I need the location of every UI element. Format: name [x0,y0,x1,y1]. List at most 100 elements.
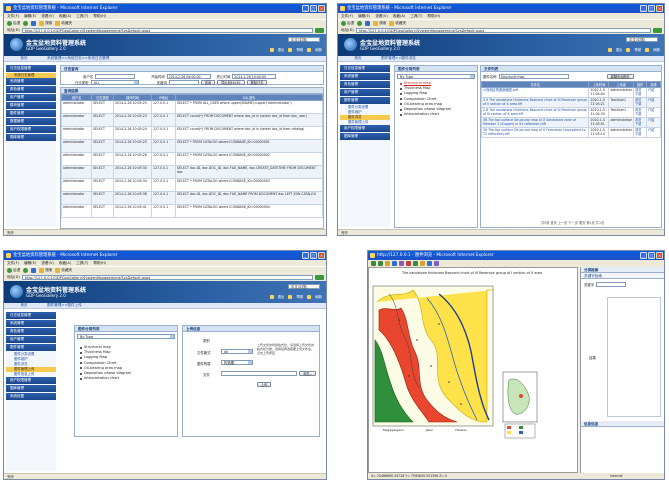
menu-tools[interactable]: 工具(T) [410,13,422,19]
zoom-out-icon[interactable] [378,261,383,266]
sidebar-item-users[interactable]: 用户管理 [6,336,56,343]
search-button[interactable]: 搜索 [39,21,52,26]
file-link[interactable]: 2.5 The sandstone thickness Bsecond char… [480,97,590,108]
table-row[interactable]: administrator SELECT 2014-2-26 10:05:38 127… [61,191,323,205]
table-cell[interactable]: 浏览 下载 [633,117,647,128]
favorites-button[interactable]: 收藏夹 [55,21,72,26]
sidebar-item-gallery[interactable]: 图库管理 [6,134,56,141]
file-name-input[interactable]: Structural map [498,74,569,79]
sidebar-item-roles[interactable]: 角色管理 [340,81,390,88]
sidebar-item-roles[interactable]: 角色管理 [6,328,56,335]
file-path-input[interactable] [221,371,297,376]
sidebar-item-system[interactable]: 系统管理 [6,320,56,327]
sidebar-item-permissions[interactable]: 用户权限管理 [6,377,56,384]
menu-help[interactable]: 帮助(H) [93,13,106,19]
table-cell[interactable]: 介绍 [646,117,661,128]
table-row[interactable]: administrator SELECT 2014-2-26 10:05:23 127… [61,113,323,127]
table-cell[interactable]: 浏览 下载 [633,107,647,118]
menu-favorites[interactable]: 收藏(A) [59,13,71,19]
logout-link[interactable]: 退出 [278,47,285,52]
address-input[interactable]: http://127.0.0.1/GDPGeoGallery/SystemMan… [21,28,313,33]
refresh-link[interactable]: 刷新 [653,47,660,52]
user-input[interactable] [95,74,136,79]
info-icon[interactable] [427,261,432,266]
sidebar-item-modules[interactable]: 模块管理 [6,102,56,109]
language-select[interactable]: 中文(中国) [626,37,658,42]
help-link[interactable]: 帮助 [296,294,303,299]
file-link[interactable]: 39 The top surface Structural map of X F… [480,127,590,138]
refresh-link[interactable]: 刷新 [315,294,322,299]
menu-help[interactable]: 帮助(H) [93,260,106,266]
forward-button[interactable] [23,268,29,273]
back-button[interactable]: 后退 [7,21,20,26]
end-time-input[interactable]: 2014-2-26 10:00:00 [232,74,277,79]
zoom-in-icon[interactable] [371,261,376,266]
table-cell[interactable]: 介绍 [646,127,661,138]
pan-icon[interactable] [385,261,390,266]
sidebar-item-log[interactable]: 日志信息管理 [340,65,390,72]
menu-view[interactable]: 查看(V) [41,13,53,19]
favorites-button[interactable]: 收藏夹 [55,268,72,273]
forward-button[interactable] [357,21,363,26]
fuzzy-search-button[interactable]: 模糊查询图件 [606,74,634,79]
go-button[interactable] [653,28,662,33]
table-row[interactable]: 36 The top surface Structural map of X S… [480,117,661,128]
home-link[interactable]: 首页 [4,303,44,308]
measure-icon[interactable] [399,261,404,266]
sidebar-item-log[interactable]: 日志信息管理 [6,312,56,319]
back-button[interactable]: 后退 [341,21,354,26]
sidebar-item-maps[interactable]: 图件管理 [6,110,56,117]
table-row[interactable]: 2.6 The sandstone thickness Bsecond char… [480,107,661,118]
delete-log-button[interactable]: 删除日志 [246,80,268,85]
menu-favorites[interactable]: 收藏(A) [59,260,71,266]
keyword-input[interactable] [596,282,627,287]
table-row[interactable]: administrator SELECT 2014-2-26 10:05:34 127… [61,178,323,192]
search-button[interactable]: 搜索 [39,268,52,273]
sidebar-item-roles[interactable]: 角色管理 [6,86,56,93]
menu-file[interactable]: 文件(F) [341,13,353,19]
begin-time-input[interactable]: 2014-2-26 09:00:00 [166,74,211,79]
menu-help[interactable]: 帮助(H) [427,13,440,19]
refresh-link[interactable]: 刷新 [315,47,322,52]
sidebar-item-gallery[interactable]: 图库管理 [340,133,390,140]
table-cell[interactable]: 浏览 下载 [633,97,647,108]
table-cell[interactable]: 浏览 下载 [633,127,647,138]
sidebar-item-gallery[interactable]: 图库管理 [6,385,56,392]
table-row[interactable]: 39 The top surface Structural map of X F… [480,127,661,138]
upload-button[interactable]: 上传 [257,382,272,387]
keyword-input[interactable] [168,80,199,85]
table-row[interactable]: administrator SELECT 2014-2-26 10:05:24 127… [61,126,323,140]
table-row[interactable]: administrator SELECT 2014-2-26 10:05:41 127… [61,204,323,218]
info-panel-title[interactable]: 信息信息 [581,421,664,427]
sidebar-item-settings[interactable]: 系统设置 [6,393,56,400]
address-input[interactable]: http://127.0.0.1/GDPGeoGallery/SystemMan… [355,28,651,33]
menu-edit[interactable]: 编辑(E) [24,260,36,266]
minimize-icon[interactable]: _ [640,5,647,12]
favorites-button[interactable]: 收藏夹 [389,21,406,26]
table-cell[interactable]: 介绍 [646,97,661,108]
go-button[interactable] [315,28,324,33]
maximize-icon[interactable]: □ [310,252,317,259]
table-row[interactable]: administrator SELECT 2014-2-26 10:05:23 127… [61,100,323,114]
save-icon[interactable] [420,261,425,266]
sidebar-item-permissions[interactable]: 用户权限管理 [340,125,390,132]
menu-edit[interactable]: 编辑(E) [358,13,370,19]
minimize-icon[interactable]: _ [302,252,309,259]
result-list[interactable] [607,297,661,417]
file-link[interactable]: 36 The top surface Structural map of X S… [480,117,590,128]
go-button[interactable] [315,275,324,280]
table-row[interactable]: 川西地区构造剖面图.pdf 2010-1-5 11:04:04 administra… [480,87,661,98]
refresh-icon[interactable] [406,261,411,266]
language-select[interactable]: 中文(中国) [288,284,320,289]
query-button[interactable]: 查询 [200,80,216,85]
menu-edit[interactable]: 编辑(E) [24,13,36,19]
back-button[interactable]: 后退 [7,268,20,273]
browse-button[interactable]: 浏览... [299,371,317,376]
sidebar-item-maps[interactable]: 图件管理 [340,97,390,104]
file-link[interactable]: 川西地区构造剖面图.pdf [480,87,590,98]
tree-item[interactable]: Interpretation chart [395,112,477,117]
search-button[interactable]: 搜索 [373,21,386,26]
close-icon[interactable]: × [656,5,663,12]
map-canvas[interactable]: The sandstone thickness Bsecond chart of… [368,267,578,473]
pager[interactable]: 共5条 首页 上一页 下一页 尾页 第1页 共1页 [541,220,604,225]
